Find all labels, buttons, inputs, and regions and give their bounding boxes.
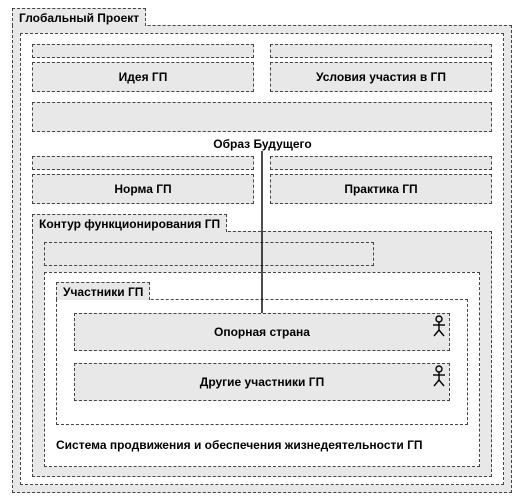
norm-label: Норма ГП bbox=[114, 182, 171, 196]
idea-box: Идея ГП bbox=[32, 62, 254, 92]
row1-empty-left bbox=[32, 44, 254, 58]
other-participants-label: Другие участники ГП bbox=[200, 375, 324, 389]
actor-icon bbox=[432, 315, 446, 337]
norm-box: Норма ГП bbox=[32, 174, 254, 204]
idea-label: Идея ГП bbox=[119, 70, 168, 84]
conditions-box: Условия участия в ГП bbox=[270, 62, 492, 92]
system-text: Система продвижения и обеспечения жизнед… bbox=[56, 438, 423, 452]
title-tab: Глобальный Проект bbox=[12, 8, 146, 26]
loop-title: Контур функционирования ГП bbox=[39, 217, 220, 231]
row2-empty-right bbox=[270, 156, 492, 170]
anchor-country-label: Опорная страна bbox=[214, 325, 310, 339]
other-participants-box: Другие участники ГП bbox=[74, 363, 450, 401]
future-text: Образ Будущего bbox=[213, 137, 311, 151]
future-empty bbox=[32, 102, 492, 132]
future-label: Образ Будущего bbox=[0, 137, 525, 151]
loop-tab: Контур функционирования ГП bbox=[32, 214, 227, 232]
participants-tab: Участники ГП bbox=[56, 282, 150, 300]
loop-inner-bar bbox=[44, 242, 374, 266]
system-label: Система продвижения и обеспечения жизнед… bbox=[56, 438, 423, 452]
actor-icon bbox=[432, 365, 446, 387]
row1-empty-right bbox=[270, 44, 492, 58]
title-text: Глобальный Проект bbox=[19, 11, 139, 25]
practice-label: Практика ГП bbox=[344, 182, 417, 196]
anchor-country-box: Опорная страна bbox=[74, 313, 450, 351]
practice-box: Практика ГП bbox=[270, 174, 492, 204]
conditions-label: Условия участия в ГП bbox=[316, 70, 446, 84]
participants-title: Участники ГП bbox=[63, 285, 143, 299]
row2-empty-left bbox=[32, 156, 254, 170]
